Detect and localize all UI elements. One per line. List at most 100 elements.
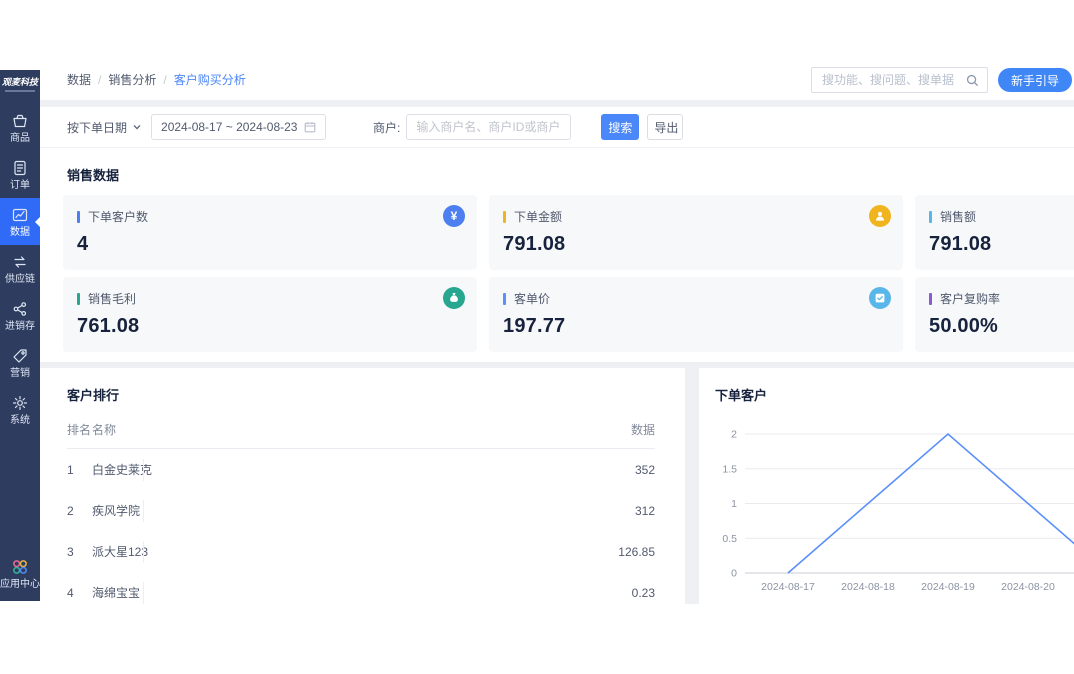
date-range-value: 2024-08-17 ~ 2024-08-23 xyxy=(161,120,297,134)
app-grid-icon xyxy=(11,558,29,576)
beginner-guide-button[interactable]: 新手引导 xyxy=(998,68,1072,92)
rank-cell: 4 xyxy=(67,586,92,600)
name-cell: 派大星123 xyxy=(92,543,143,560)
chart-title: 下单客户 xyxy=(715,385,1074,404)
bar-track xyxy=(143,582,633,604)
rank-cell: 1 xyxy=(67,463,92,477)
sidebar-item-label: 数据 xyxy=(10,227,30,238)
bar-track xyxy=(143,459,633,481)
sidebar-item-label: 供应链 xyxy=(5,274,35,285)
svg-text:0: 0 xyxy=(731,568,737,580)
customer-ranking-panel: 客户排行 排名 名称 数据 1 白金史莱克 352 2 疾风学院 312 xyxy=(40,368,685,605)
stat-card-repurchase-rate: 客户复购率 50.00% xyxy=(915,277,1074,352)
accent-bar xyxy=(503,293,506,305)
value-cell: 312 xyxy=(635,504,655,518)
accent-bar xyxy=(77,211,80,223)
stat-label: 客单价 xyxy=(514,290,550,307)
app-window: 观麦科技 商品 订单 数据 xyxy=(0,0,1074,674)
gear-icon xyxy=(11,394,29,412)
date-range-input[interactable]: 2024-08-17 ~ 2024-08-23 xyxy=(151,114,326,140)
magnifier-icon[interactable] xyxy=(966,74,979,87)
svg-text:2024-08-19: 2024-08-19 xyxy=(921,581,975,593)
sales-section-title: 销售数据 xyxy=(40,148,1074,184)
marketing-tag-icon xyxy=(11,347,29,365)
svg-text:2024-08-20: 2024-08-20 xyxy=(1001,581,1055,593)
global-search-input[interactable] xyxy=(820,72,966,88)
topbar-right: 新手引导 xyxy=(811,67,1072,93)
merchant-search-input[interactable] xyxy=(406,114,571,140)
table-row: 1 白金史莱克 352 xyxy=(67,449,655,490)
breadcrumb-item-current: 客户购买分析 xyxy=(174,73,246,87)
name-cell: 白金史莱克 xyxy=(92,461,143,478)
stat-label: 销售额 xyxy=(940,208,976,225)
rank-cell: 2 xyxy=(67,504,92,518)
export-button[interactable]: 导出 xyxy=(647,114,683,140)
stat-title: 下单客户数 xyxy=(77,208,461,225)
search-button[interactable]: 搜索 xyxy=(601,114,639,140)
money-bag-icon xyxy=(443,287,465,309)
brand-name: 观麦科技 xyxy=(0,77,40,88)
stat-title: 客单价 xyxy=(503,290,887,307)
order-customers-line-chart: 00.511.522024-08-172024-08-182024-08-192… xyxy=(707,424,1074,604)
accent-bar xyxy=(929,211,932,223)
stat-label: 客户复购率 xyxy=(940,290,1000,307)
global-search-box[interactable] xyxy=(811,67,988,93)
stat-title: 客户复购率 xyxy=(929,290,1074,307)
stat-value: 50.00% xyxy=(929,315,1074,338)
sidebar-item-marketing[interactable]: 营销 xyxy=(0,339,40,386)
sidebar-item-label: 商品 xyxy=(10,133,30,144)
svg-text:2: 2 xyxy=(731,429,737,441)
accent-bar xyxy=(77,293,80,305)
ranking-rows: 1 白金史莱克 352 2 疾风学院 312 3 派大星123 126.85 xyxy=(67,449,685,613)
sidebar-item-label: 进销存 xyxy=(5,321,35,332)
accent-bar xyxy=(503,211,506,223)
main-content: 按下单日期 2024-08-17 ~ 2024-08-23 商户: 搜索 导出 … xyxy=(40,101,1074,604)
table-row: 3 派大星123 126.85 xyxy=(67,531,655,572)
sidebar-item-app-center[interactable]: 应用中心 xyxy=(0,550,40,597)
stat-title: 销售额 xyxy=(929,208,1074,225)
column-header-name: 名称 xyxy=(92,421,143,438)
column-header-value: 数据 xyxy=(631,421,655,438)
breadcrumb-item[interactable]: 数据 xyxy=(67,73,91,87)
sidebar: 观麦科技 商品 订单 数据 xyxy=(0,70,40,601)
sidebar-item-goods[interactable]: 商品 xyxy=(0,104,40,151)
name-cell: 疾风学院 xyxy=(92,502,143,519)
stat-label: 下单金额 xyxy=(514,208,562,225)
chevron-down-icon[interactable] xyxy=(132,122,142,132)
merchant-label: 商户: xyxy=(373,119,400,136)
breadcrumb-item[interactable]: 销售分析 xyxy=(108,73,156,87)
stat-value: 197.77 xyxy=(503,315,887,338)
value-cell: 352 xyxy=(635,463,655,477)
stat-title: 下单金额 xyxy=(503,208,887,225)
stat-label: 销售毛利 xyxy=(88,290,136,307)
ranking-header: 排名 名称 数据 xyxy=(67,421,655,449)
date-type-label[interactable]: 按下单日期 xyxy=(67,119,127,136)
sidebar-item-data[interactable]: 数据 xyxy=(0,198,40,245)
column-header-rank: 排名 xyxy=(67,421,92,438)
sidebar-item-supply-chain[interactable]: 供应链 xyxy=(0,245,40,292)
filter-bar: 按下单日期 2024-08-17 ~ 2024-08-23 商户: 搜索 导出 xyxy=(40,107,1074,148)
sidebar-item-label: 营销 xyxy=(10,368,30,379)
stat-card-gross-profit: 销售毛利 761.08 xyxy=(63,277,477,352)
sidebar-item-system[interactable]: 系统 xyxy=(0,386,40,433)
stat-card-order-amount: 下单金额 791.08 xyxy=(489,195,903,270)
sidebar-item-inventory[interactable]: 进销存 xyxy=(0,292,40,339)
yuan-coin-icon: ¥ xyxy=(443,205,465,227)
value-cell: 0.23 xyxy=(632,586,655,600)
basket-icon xyxy=(11,112,29,130)
stat-cards: 下单客户数 4 ¥ 下单金额 791.08 销售额 791.08 xyxy=(63,195,1074,352)
svg-text:1.5: 1.5 xyxy=(722,463,737,475)
rank-cell: 3 xyxy=(67,545,92,559)
sidebar-item-orders[interactable]: 订单 xyxy=(0,151,40,198)
stat-value: 4 xyxy=(77,233,461,256)
order-icon xyxy=(11,159,29,177)
name-cell: 海绵宝宝 xyxy=(92,584,143,601)
sidebar-item-label: 应用中心 xyxy=(0,579,40,590)
stat-value: 791.08 xyxy=(929,233,1074,256)
bar-track xyxy=(143,500,633,522)
accent-bar xyxy=(929,293,932,305)
breadcrumb-separator: / xyxy=(163,73,166,87)
line-chart-icon xyxy=(11,206,29,224)
calendar-icon xyxy=(304,121,316,133)
svg-text:2024-08-18: 2024-08-18 xyxy=(841,581,895,593)
